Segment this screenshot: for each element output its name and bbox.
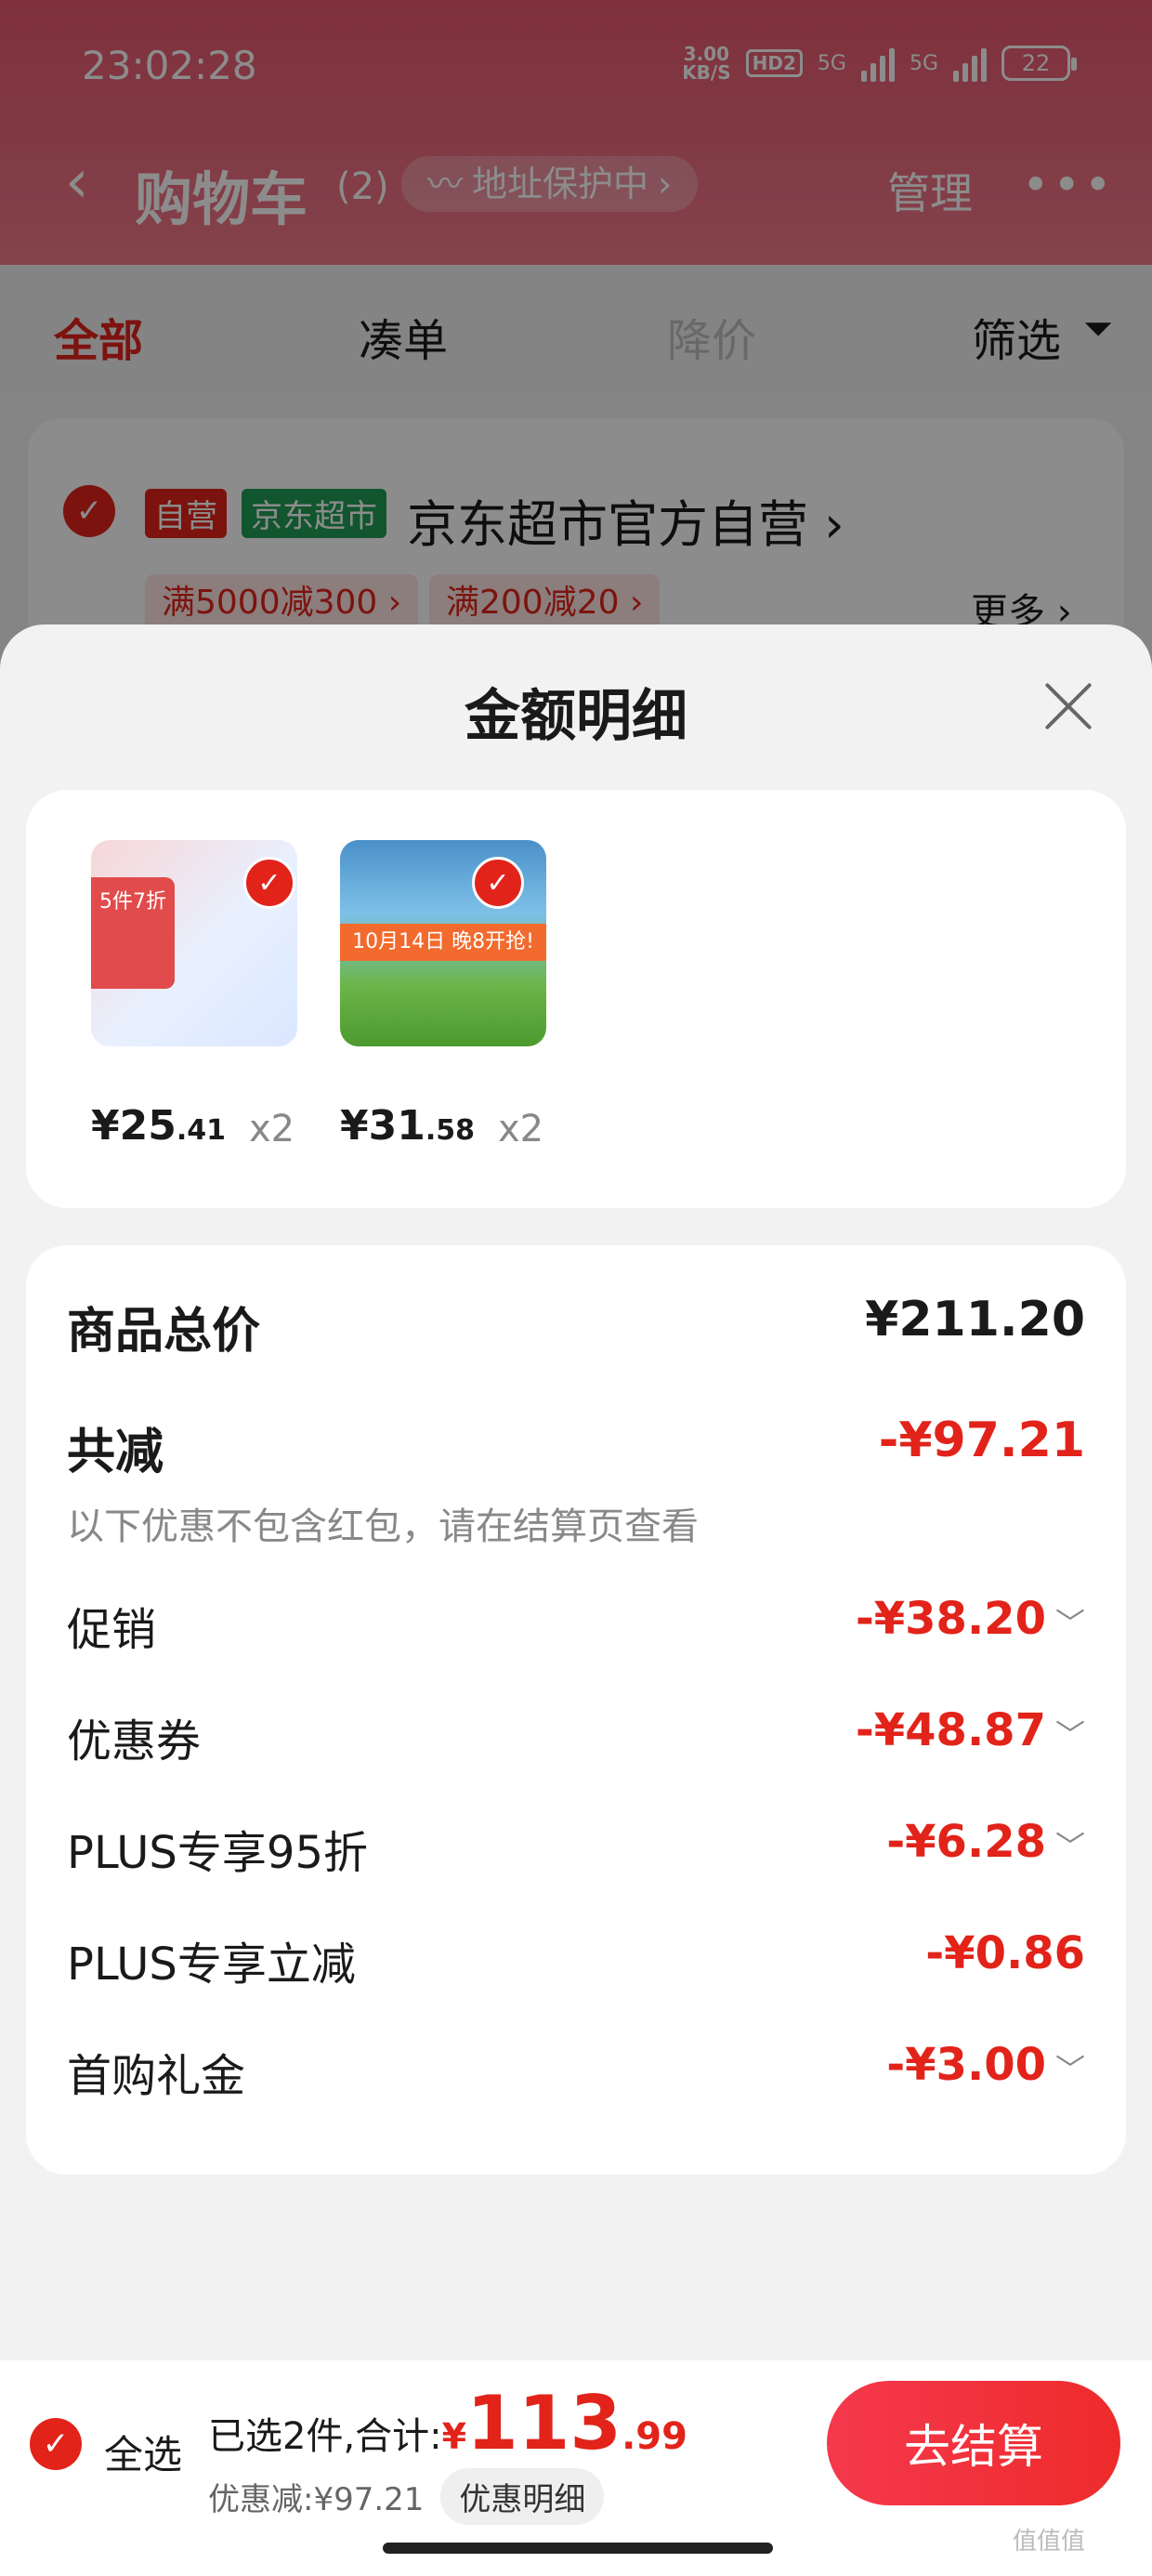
items-card: 5件7折 ✓ ¥25.41 x2 10月14日 晚8开抢! ✓ ¥31.58 x… xyxy=(26,790,1126,1208)
item-quantity: x2 xyxy=(249,1108,295,1150)
discount-label: PLUS专享立减 xyxy=(67,1939,356,1991)
discount-label: 首购礼金 xyxy=(67,2050,246,2102)
discount-value: -¥3.00 ﹀ xyxy=(886,2039,1085,2091)
total-decimal: .99 xyxy=(622,2415,687,2458)
checkout-button[interactable]: 去结算 xyxy=(827,2381,1120,2505)
discount-value: -¥48.87 ﹀ xyxy=(856,1704,1085,1756)
discount-label: 优惠券 xyxy=(67,1715,202,1768)
discount-label: PLUS专享95折 xyxy=(67,1827,368,1879)
product-badge: 5件7折 xyxy=(91,877,175,989)
check-icon: ✓ xyxy=(472,857,524,909)
home-indicator xyxy=(383,2543,773,2554)
item-quantity: x2 xyxy=(498,1108,544,1150)
discount-detail-button[interactable]: 优惠明细 xyxy=(440,2468,605,2525)
check-icon: ✓ xyxy=(243,857,295,909)
selected-total: ¥113.99 xyxy=(441,2386,687,2461)
price-detail-card: 商品总价 ¥211.20 共减 -¥97.21 以下优惠不包含红包，请在结算页查… xyxy=(26,1245,1126,2175)
total-price-label: 商品总价 xyxy=(67,1304,261,1360)
discount-summary: 优惠减:¥97.21 优惠明细 xyxy=(208,2468,605,2525)
item-price-int: ¥31 xyxy=(340,1102,425,1150)
discount-value: -¥0.86 xyxy=(925,1927,1085,1979)
total-integer: 113 xyxy=(466,2380,622,2466)
selected-summary: 已选2件,合计:¥113.99 xyxy=(208,2386,687,2461)
product-banner: 10月14日 晚8开抢! xyxy=(340,924,546,961)
discount-label: 促销 xyxy=(67,1604,157,1656)
product-image: 10月14日 晚8开抢! ✓ xyxy=(340,840,546,1046)
discount-row-plus-instant: PLUS专享立减 -¥0.86 xyxy=(67,1927,1085,1991)
chevron-down-icon: ﹀ xyxy=(1054,1717,1085,1753)
discount-amount: -¥6.28 xyxy=(886,1816,1046,1868)
checkout-bar: ✓ 全选 已选2件,合计:¥113.99 优惠减:¥97.21 优惠明细 去结算… xyxy=(0,2360,1152,2576)
item-price: ¥31.58 xyxy=(340,1102,475,1150)
discount-row-coupon[interactable]: 优惠券 -¥48.87 ﹀ xyxy=(67,1704,1085,1768)
discount-amount: -¥3.00 xyxy=(886,2039,1046,2091)
amount-detail-sheet: 金额明细 5件7折 ✓ ¥25.41 x2 10月14日 晚8开抢! ✓ ¥31… xyxy=(0,624,1152,2576)
item-price-dec: .58 xyxy=(425,1114,476,1147)
chevron-down-icon: ﹀ xyxy=(1054,2052,1085,2087)
watermark: 值值值 xyxy=(1013,2528,1086,2556)
total-reduce-row: 共减 -¥97.21 xyxy=(67,1413,1085,1480)
chevron-down-icon: ﹀ xyxy=(1054,1829,1085,1864)
discount-summary-text: 优惠减:¥97.21 xyxy=(208,2481,425,2518)
discount-row-plus-95[interactable]: PLUS专享95折 -¥6.28 ﹀ xyxy=(67,1816,1085,1879)
item-price-int: ¥25 xyxy=(91,1102,177,1150)
select-all-check-icon[interactable]: ✓ xyxy=(30,2418,82,2470)
select-all-label[interactable]: 全选 xyxy=(104,2424,182,2480)
item-price-dec: .41 xyxy=(176,1114,227,1147)
total-reduce-value: -¥97.21 xyxy=(878,1413,1085,1468)
item-price: ¥25.41 xyxy=(91,1102,226,1150)
total-price-row: 商品总价 ¥211.20 xyxy=(67,1292,1085,1360)
discount-row-first-purchase[interactable]: 首购礼金 -¥3.00 ﹀ xyxy=(67,2039,1085,2102)
close-icon[interactable] xyxy=(1041,678,1096,734)
product-image: 5件7折 ✓ xyxy=(91,840,297,1046)
sheet-title: 金额明细 xyxy=(465,684,687,749)
selected-text: 已选2件,合计: xyxy=(208,2415,442,2458)
total-currency: ¥ xyxy=(441,2416,467,2457)
chevron-down-icon: ﹀ xyxy=(1054,1606,1085,1641)
total-price-value: ¥211.20 xyxy=(865,1292,1085,1347)
discount-note: 以下优惠不包含红包，请在结算页查看 xyxy=(67,1505,699,1548)
discount-amount: -¥48.87 xyxy=(855,1704,1046,1756)
discount-value: -¥38.20 ﹀ xyxy=(856,1593,1085,1645)
discount-amount: -¥38.20 xyxy=(855,1593,1046,1645)
discount-amount: -¥0.86 xyxy=(925,1927,1085,1979)
discount-row-promotion[interactable]: 促销 -¥38.20 ﹀ xyxy=(67,1593,1085,1656)
total-reduce-label: 共减 xyxy=(67,1425,164,1480)
discount-value: -¥6.28 ﹀ xyxy=(886,1816,1085,1868)
